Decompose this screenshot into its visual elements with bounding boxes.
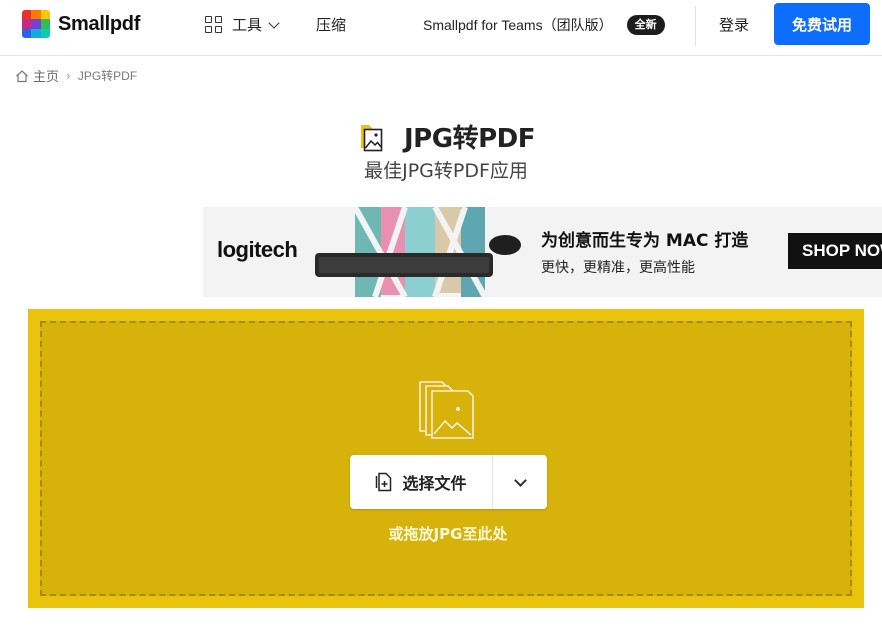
breadcrumb: 主页 › JPG转PDF — [15, 66, 137, 85]
choose-file-group: 选择文件 — [350, 455, 547, 509]
top-header: Smallpdf 工具 压缩 Smallpdf for Teams（团队版） 全… — [0, 0, 882, 56]
login-link[interactable]: 登录 — [719, 14, 749, 35]
chevron-down-icon — [268, 16, 280, 29]
upload-options-dropdown[interactable] — [493, 455, 547, 509]
breadcrumb-separator: › — [66, 68, 71, 83]
ad-shop-now-button[interactable]: SHOP NOW — [788, 233, 882, 269]
drop-hint: 或拖放JPG至此处 — [388, 525, 508, 543]
grid-icon — [205, 16, 222, 33]
breadcrumb-current: JPG转PDF — [77, 69, 138, 83]
page-title: JPG转PDF — [404, 124, 535, 154]
free-trial-button[interactable]: 免费试用 — [774, 3, 870, 45]
ad-product-image — [315, 207, 521, 297]
ad-banner[interactable]: logitech 为创意而生专为 MAC 打造 更快，更精准，更高性能 SHOP… — [203, 207, 882, 297]
choose-file-label: 选择文件 — [402, 474, 467, 493]
image-files-icon — [419, 381, 474, 439]
nav-teams-label: Smallpdf for Teams（团队版） — [423, 17, 613, 33]
header-divider — [695, 6, 696, 46]
title-row: JPG转PDF — [358, 118, 535, 155]
file-add-icon — [376, 472, 392, 492]
chevron-down-icon — [513, 473, 527, 487]
logo[interactable]: Smallpdf — [22, 10, 140, 38]
nav-teams-link[interactable]: Smallpdf for Teams（团队版） 全新 — [423, 15, 665, 35]
logo-text: Smallpdf — [58, 12, 141, 35]
nav-compress-link[interactable]: 压缩 — [316, 14, 346, 35]
breadcrumb-home-link[interactable]: 主页 — [33, 66, 59, 85]
home-icon — [16, 69, 28, 82]
ad-headline: 为创意而生专为 MAC 打造 — [541, 231, 749, 251]
page-subtitle: 最佳JPG转PDF应用 — [364, 160, 528, 182]
ad-subline: 更快，更精准，更高性能 — [541, 260, 695, 276]
choose-file-button[interactable]: 选择文件 — [350, 455, 493, 509]
nav-tools-menu[interactable]: 工具 — [205, 14, 280, 35]
image-file-icon — [361, 124, 383, 151]
smallpdf-logo-icon — [22, 10, 50, 38]
nav-tools-label: 工具 — [232, 16, 263, 34]
ad-brand-logo: logitech — [217, 237, 298, 262]
new-badge: 全新 — [626, 15, 665, 35]
dropzone-dashed-border: 选择文件 或拖放JPG至此处 — [40, 321, 852, 596]
file-dropzone[interactable]: 选择文件 或拖放JPG至此处 — [28, 309, 864, 608]
